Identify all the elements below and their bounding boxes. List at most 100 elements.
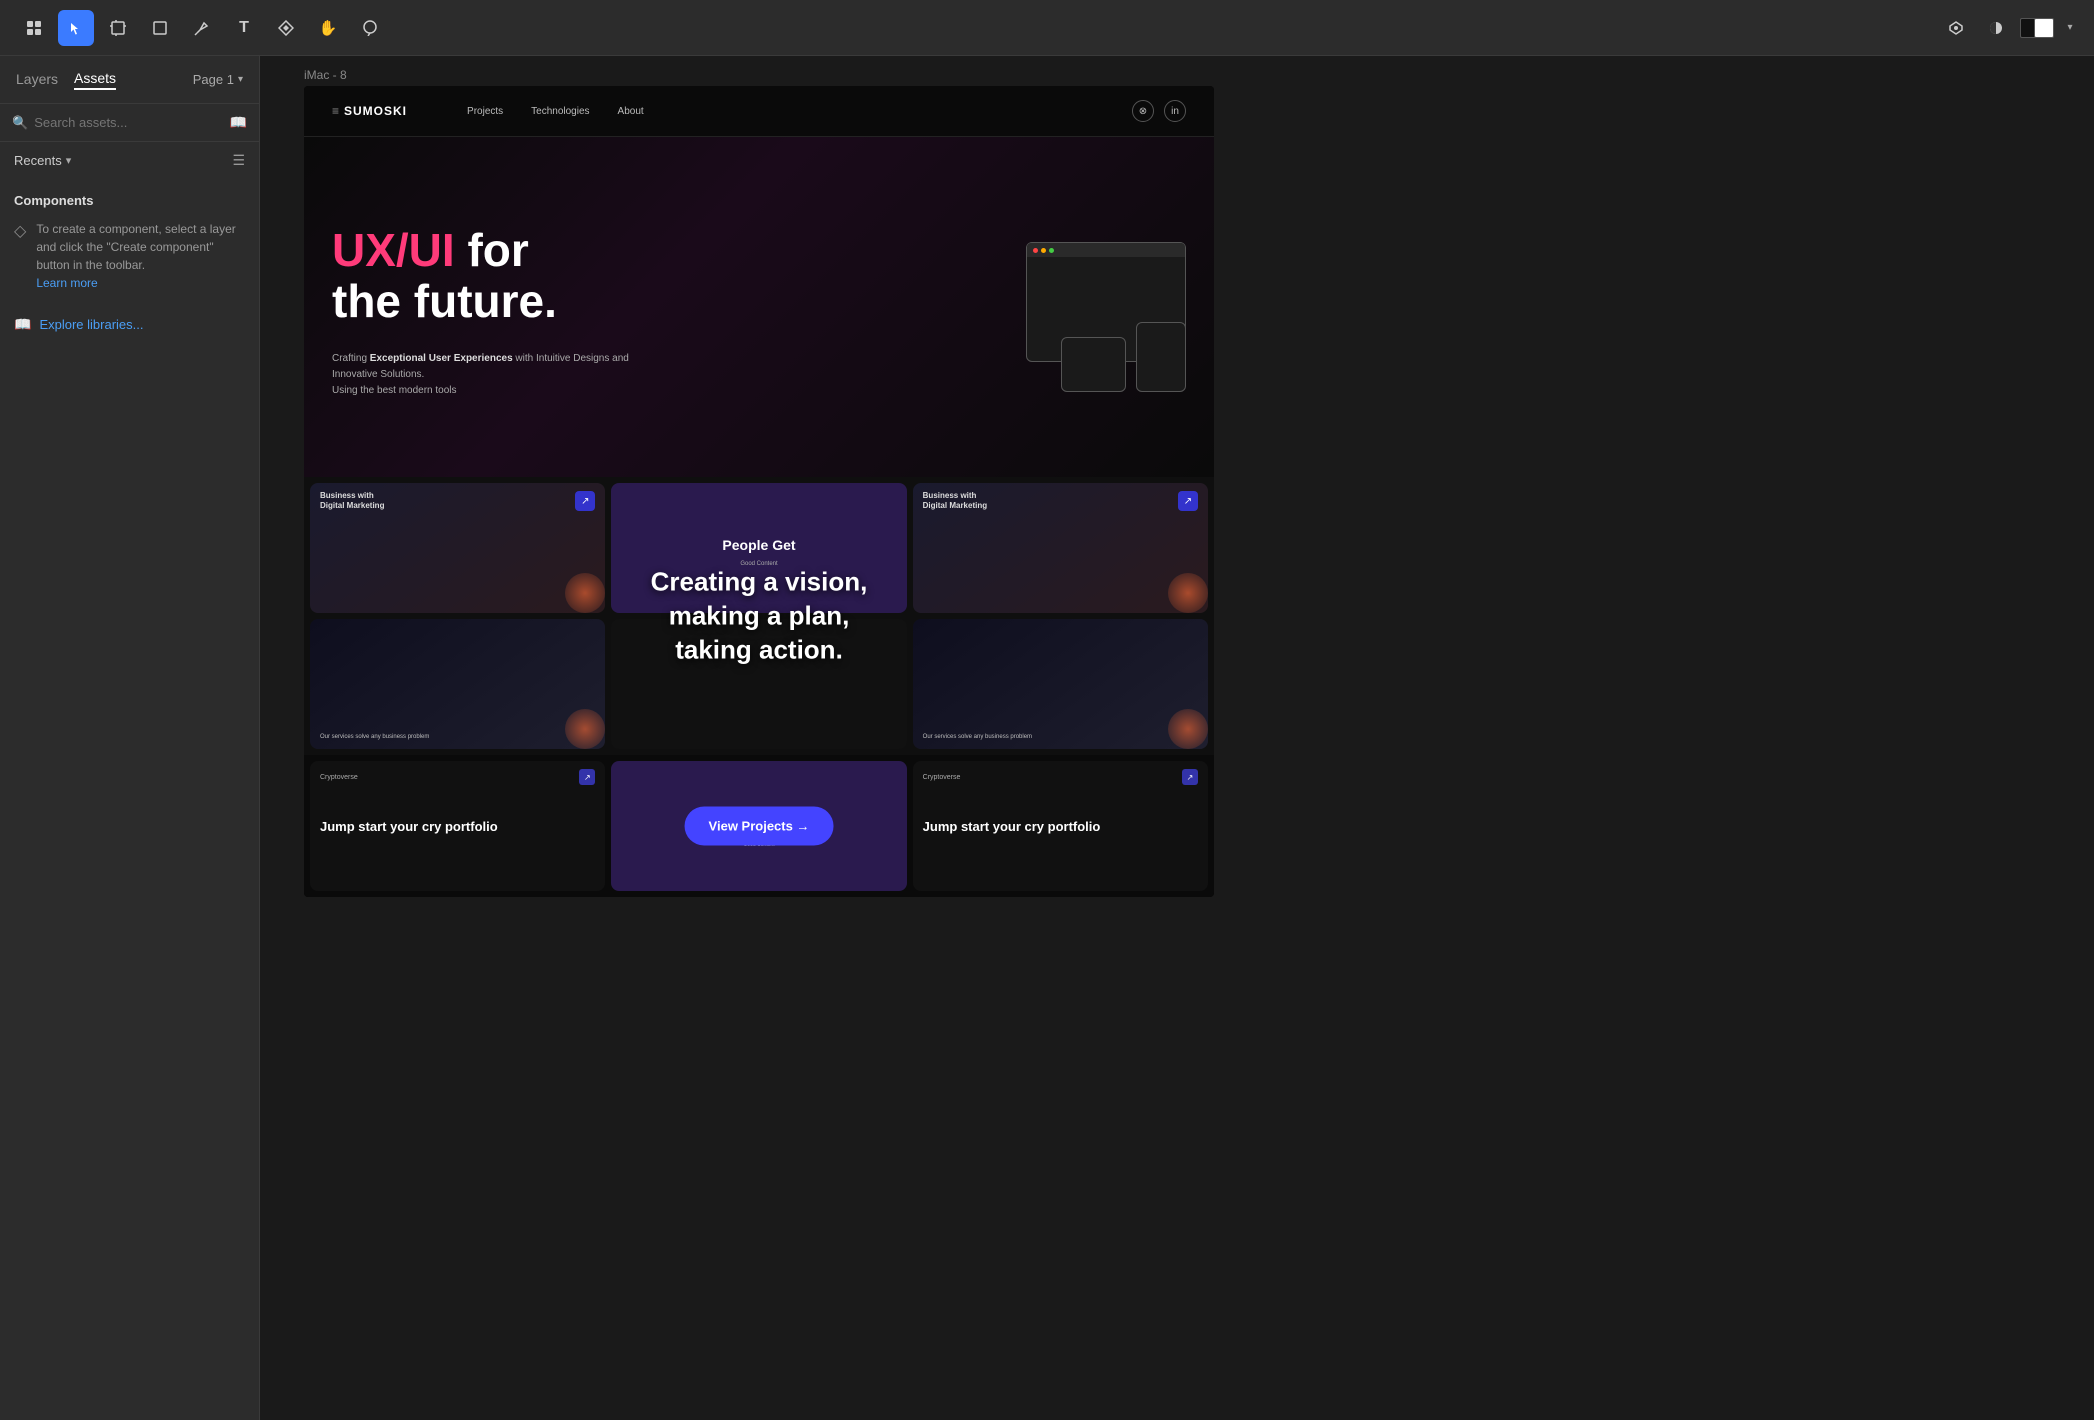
device-small xyxy=(1061,337,1126,392)
recents-label-group: Recents ▾ xyxy=(14,153,71,168)
frame-tool-button[interactable] xyxy=(100,10,136,46)
card1-header: Business with Digital Marketing ↗ xyxy=(310,483,605,516)
main-menu-button[interactable] xyxy=(16,10,52,46)
components-info: ◇ To create a component, select a layer … xyxy=(14,220,245,292)
hero-visual xyxy=(986,232,1186,392)
github-icon: ⊗ xyxy=(1132,100,1154,122)
page-dropdown-icon: ▾ xyxy=(238,74,243,85)
website-nav-links: Projects Technologies About xyxy=(467,106,644,117)
explore-libraries-label: Explore libraries... xyxy=(39,317,143,332)
contrast-button[interactable] xyxy=(1980,12,2012,44)
hero-for-text: for xyxy=(455,224,529,276)
hero-desc-line2: Using the best modern tools xyxy=(332,385,457,396)
view-projects-section: View Projects → Cryptoverse ↗ Jump start… xyxy=(304,755,1214,897)
plugins-button[interactable] xyxy=(1940,12,1972,44)
hero-ux-text: UX/UI xyxy=(332,224,455,276)
page-selector[interactable]: Page 1 ▾ xyxy=(193,72,243,87)
search-area: 🔍 📖 xyxy=(0,104,259,142)
device-main-header xyxy=(1027,243,1185,257)
vp-jump-text: Jump start your cry portfolio xyxy=(310,809,605,846)
recents-row[interactable]: Recents ▾ ☰ xyxy=(0,142,259,179)
project-card-4: Our services solve any business problem xyxy=(310,619,605,749)
hero-text: UX/UI for the future. Crafting Exception… xyxy=(332,225,986,398)
tab-layers[interactable]: Layers xyxy=(16,71,58,89)
card3-icon: ↗ xyxy=(1178,491,1198,511)
design-frame: ≡ SUMOSKI Projects Technologies About ⊗ … xyxy=(304,86,1214,897)
vp-card-3: Cryptoverse ↗ Jump start your cry portfo… xyxy=(913,761,1208,891)
view-projects-button[interactable]: View Projects → xyxy=(685,807,834,846)
logo-symbol: ≡ xyxy=(332,104,340,118)
device-tablet xyxy=(1136,322,1186,392)
background-swatch xyxy=(2034,18,2054,38)
learn-more-link[interactable]: Learn more xyxy=(36,276,97,290)
recents-text: Recents xyxy=(14,153,62,168)
list-view-icon[interactable]: ☰ xyxy=(232,152,245,169)
project-card-1: Business with Digital Marketing ↗ xyxy=(310,483,605,613)
card3-header: Business with Digital Marketing ↗ xyxy=(913,483,1208,516)
explore-libraries[interactable]: 📖 Explore libraries... xyxy=(0,302,259,347)
vp-icon1: ↗ xyxy=(579,769,595,785)
hero-section: UX/UI for the future. Crafting Exception… xyxy=(304,137,1214,477)
frame-label: iMac - 8 xyxy=(304,68,347,82)
hero-desc-bold: Exceptional User Experiences xyxy=(370,353,513,364)
vp-icon3: ↗ xyxy=(1182,769,1198,785)
card1-icon: ↗ xyxy=(575,491,595,511)
book-open-icon: 📖 xyxy=(14,316,31,333)
select-tool-button[interactable] xyxy=(58,10,94,46)
swatch-dropdown[interactable]: ▾ xyxy=(2062,10,2078,46)
website-logo: ≡ SUMOSKI xyxy=(332,104,407,118)
card4-blob xyxy=(565,709,605,749)
cards-section: Creating a vision, making a plan, taking… xyxy=(304,477,1214,755)
text-tool-button[interactable]: T xyxy=(226,10,262,46)
sidebar: Layers Assets Page 1 ▾ 🔍 📖 Recents ▾ ☰ C… xyxy=(0,56,260,1420)
hero-title: UX/UI for the future. xyxy=(332,225,986,326)
sidebar-tabs: Layers Assets Page 1 ▾ xyxy=(0,56,259,104)
card2-title: People Get xyxy=(714,529,803,561)
pen-tool-button[interactable] xyxy=(184,10,220,46)
card3-blob xyxy=(1168,573,1208,613)
comment-tool-button[interactable] xyxy=(352,10,388,46)
website-nav: ≡ SUMOSKI Projects Technologies About ⊗ … xyxy=(304,86,1214,137)
toolbar-tools: T ✋ xyxy=(16,10,388,46)
project-card-5 xyxy=(611,619,906,749)
dot-red xyxy=(1033,248,1038,253)
card3-title: Business with Digital Marketing xyxy=(923,491,1003,512)
components-title: Components xyxy=(14,193,245,208)
search-icon: 🔍 xyxy=(12,115,28,131)
nav-technologies: Technologies xyxy=(531,106,589,117)
card4-bottom: Our services solve any business problem xyxy=(320,733,429,741)
card2-subtitle: Good Content xyxy=(740,561,777,567)
toolbar-right: ▾ xyxy=(1940,10,2078,46)
recents-chevron: ▾ xyxy=(66,154,72,167)
canvas: iMac - 8 ≡ SUMOSKI Projects Technologies… xyxy=(260,56,2094,1420)
logo-text: SUMOSKI xyxy=(344,104,407,118)
vp-jump-text2: Jump start your cry portfolio xyxy=(913,809,1208,846)
toolbar: T ✋ xyxy=(0,0,2094,56)
project-card-6: Our services solve any business problem xyxy=(913,619,1208,749)
component-icon: ◇ xyxy=(14,221,26,241)
project-card-3: Business with Digital Marketing ↗ xyxy=(913,483,1208,613)
hero-desc-prefix: Crafting xyxy=(332,353,370,364)
main-layout: Layers Assets Page 1 ▾ 🔍 📖 Recents ▾ ☰ C… xyxy=(0,56,2094,1420)
nav-about: About xyxy=(618,106,644,117)
color-swatch[interactable] xyxy=(2020,18,2054,38)
nav-projects: Projects xyxy=(467,106,503,117)
card6-blob xyxy=(1168,709,1208,749)
tab-assets[interactable]: Assets xyxy=(74,70,116,90)
book-icon: 📖 xyxy=(230,114,247,131)
vp-card3-header: Cryptoverse ↗ xyxy=(913,761,1208,789)
website-nav-icons: ⊗ in xyxy=(1132,100,1186,122)
hero-line2: the future. xyxy=(332,275,557,327)
components-tool-button[interactable] xyxy=(268,10,304,46)
page-label: Page 1 xyxy=(193,72,234,87)
vp-card1-header: Cryptoverse ↗ xyxy=(310,761,605,789)
components-section: Components ◇ To create a component, sele… xyxy=(0,179,259,302)
hand-tool-button[interactable]: ✋ xyxy=(310,10,346,46)
shape-tool-button[interactable] xyxy=(142,10,178,46)
search-input[interactable] xyxy=(34,115,223,130)
vp-card-1: Cryptoverse ↗ Jump start your cry portfo… xyxy=(310,761,605,891)
card6-bottom: Our services solve any business problem xyxy=(923,733,1032,741)
card1-blob xyxy=(565,573,605,613)
vp-label1: Cryptoverse xyxy=(320,774,358,781)
view-projects-btn-container: View Projects → xyxy=(685,807,834,846)
